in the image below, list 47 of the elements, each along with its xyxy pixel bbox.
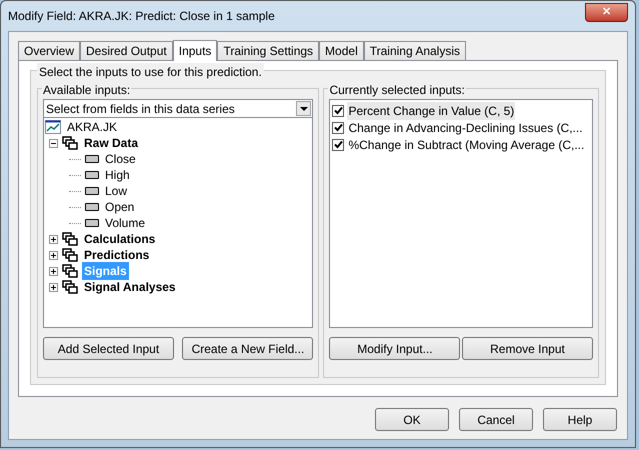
tab[interactable]: Training Settings	[217, 41, 320, 60]
tree-item[interactable]: Close	[103, 150, 138, 168]
dialog-button[interactable]: Remove Input	[462, 337, 593, 360]
tree-item[interactable]: Open	[103, 198, 136, 216]
dialog-button[interactable]: Help	[543, 408, 617, 431]
expand-toggle[interactable]	[49, 266, 58, 276]
window-title: Modify Field: AKRA.JK: Predict: Close in 1 sample	[8, 8, 276, 25]
field-icon	[85, 155, 99, 163]
field-icon	[85, 203, 99, 211]
checkbox[interactable]	[332, 138, 344, 150]
dialog-button[interactable]: OK	[375, 408, 449, 431]
checkbox[interactable]	[332, 104, 344, 116]
stacked-windows-icon	[62, 136, 78, 150]
tab[interactable]: Inputs	[172, 40, 218, 61]
dialog-button[interactable]: Create a New Field...	[182, 337, 314, 360]
collapse-toggle[interactable]	[49, 138, 58, 148]
tree-item[interactable]: Calculations	[82, 230, 158, 248]
list-item[interactable]: Change in Advancing-Declining Issues (C,...	[347, 118, 584, 136]
tab[interactable]: Model	[319, 41, 364, 60]
field-icon	[85, 187, 99, 195]
dialog-button[interactable]: Cancel	[459, 408, 533, 431]
tree-item[interactable]: Predictions	[82, 246, 152, 264]
dialog-button[interactable]: Modify Input...	[329, 337, 460, 360]
dialog-button[interactable]: Add Selected Input	[43, 337, 174, 360]
field-icon	[85, 171, 99, 179]
expand-toggle[interactable]	[49, 250, 58, 260]
stacked-windows-icon	[62, 232, 78, 246]
list-item[interactable]: Percent Change in Value (C, 5)	[347, 102, 516, 120]
tree-item[interactable]: High	[103, 166, 132, 184]
tab[interactable]: Training Analysis	[364, 41, 466, 60]
tree-item[interactable]: Signal Analyses	[82, 278, 178, 296]
tree-item[interactable]: Volume	[103, 214, 148, 232]
tab[interactable]: Desired Output	[80, 41, 173, 60]
field-icon	[85, 219, 99, 227]
group-title: Select the inputs to use for this prediction.	[37, 63, 264, 81]
stacked-windows-icon	[62, 280, 78, 294]
source-dropdown[interactable]: Select from fields in this data series	[43, 99, 314, 118]
expand-toggle[interactable]	[49, 234, 58, 244]
stacked-windows-icon	[62, 248, 78, 262]
tab[interactable]: Overview	[18, 41, 80, 60]
expand-toggle[interactable]	[49, 282, 58, 292]
list-item[interactable]: %Change in Subtract (Moving Average (C,...	[347, 136, 586, 154]
tree-item[interactable]: Raw Data	[82, 134, 140, 152]
tree-item[interactable]: Low	[103, 182, 130, 200]
tree-item[interactable]: AKRA.JK	[65, 118, 120, 136]
checkbox[interactable]	[332, 122, 344, 134]
stacked-windows-icon	[62, 264, 78, 278]
